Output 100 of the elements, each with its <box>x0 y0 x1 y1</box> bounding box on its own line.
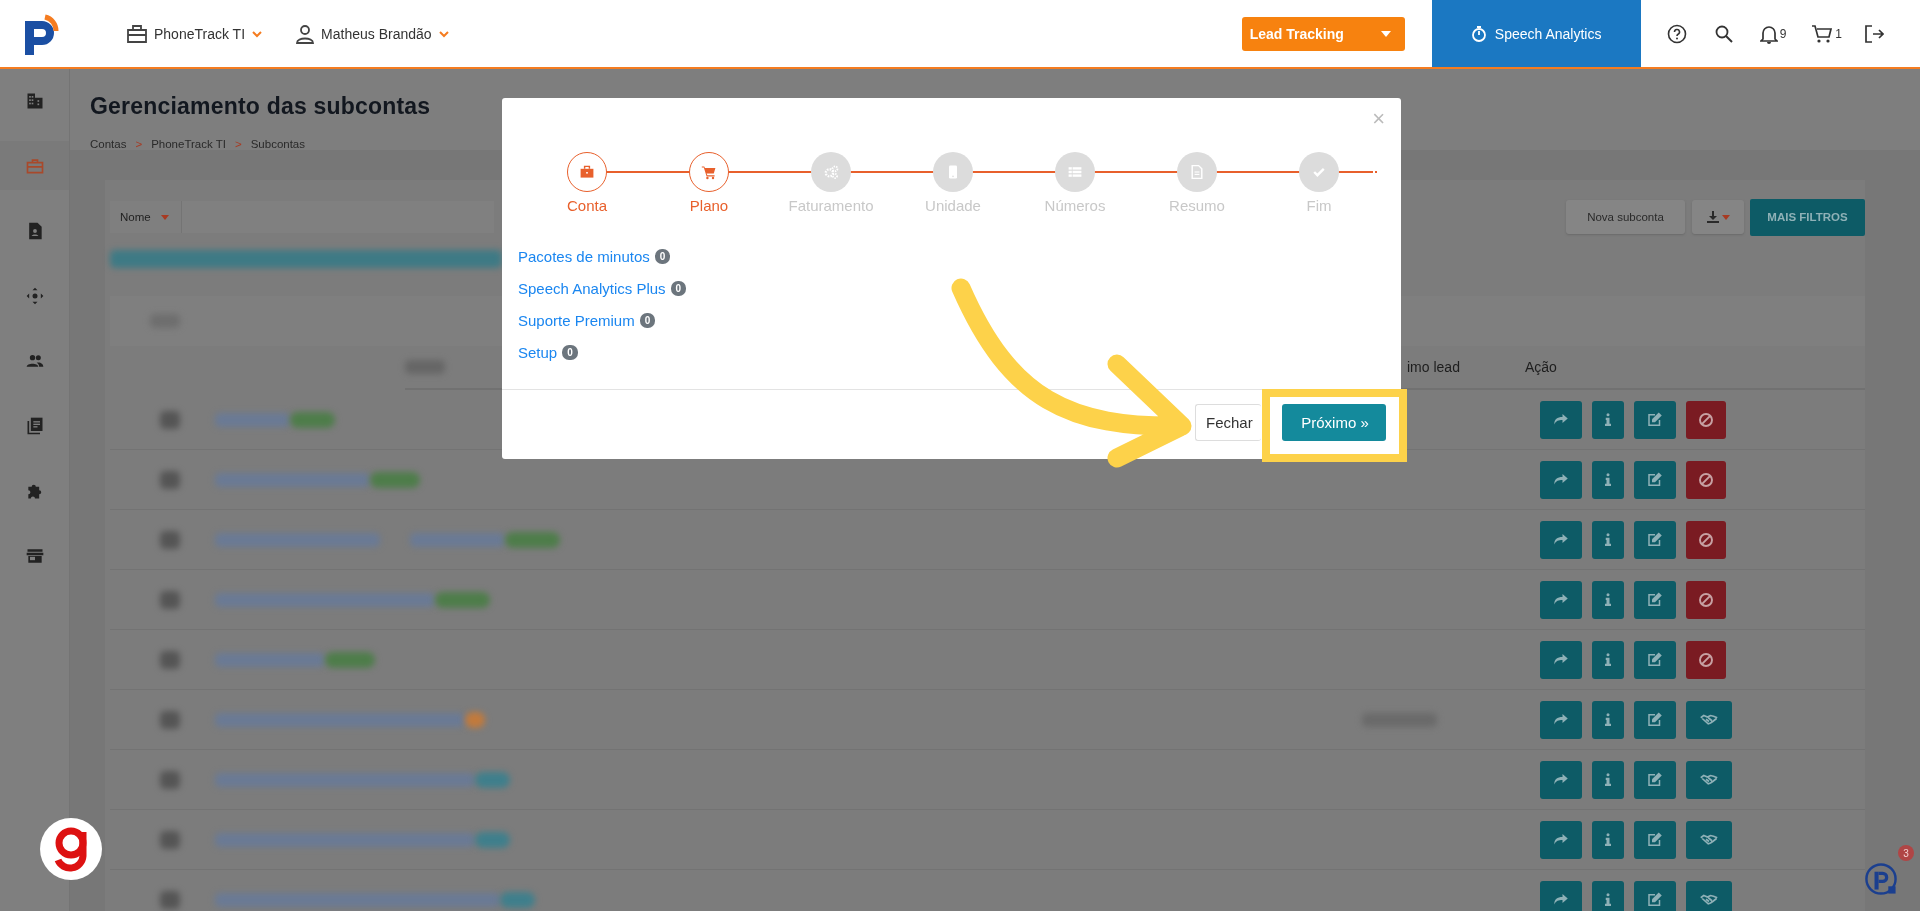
handshake-button[interactable] <box>1686 700 1732 739</box>
edit-button[interactable] <box>1634 760 1676 799</box>
forward-button[interactable] <box>1540 520 1582 559</box>
download-button[interactable] <box>1692 200 1744 234</box>
breadcrumb-separator: > <box>135 138 143 150</box>
new-subaccount-button[interactable]: Nova subconta <box>1566 200 1685 234</box>
block-button[interactable] <box>1686 580 1726 619</box>
block-icon <box>1697 410 1715 429</box>
forward-button[interactable] <box>1540 580 1582 619</box>
blurred-text <box>160 650 180 669</box>
block-button[interactable] <box>1686 520 1726 559</box>
forward-button[interactable] <box>1540 820 1582 859</box>
forward-button[interactable] <box>1540 700 1582 739</box>
info-button[interactable] <box>1592 580 1624 619</box>
info-button[interactable] <box>1592 820 1624 859</box>
briefcase-icon <box>579 164 595 180</box>
edit-button[interactable] <box>1634 400 1676 439</box>
person-icon <box>295 23 316 44</box>
blurred-text <box>160 710 180 729</box>
forward-button[interactable] <box>1540 460 1582 499</box>
block-button[interactable] <box>1686 460 1726 499</box>
help-button[interactable] <box>1666 23 1687 44</box>
edit-icon <box>1646 530 1664 549</box>
forward-button[interactable] <box>1540 880 1582 911</box>
edit-button[interactable] <box>1634 700 1676 739</box>
caret-icon <box>1380 30 1391 37</box>
handshake-button[interactable] <box>1686 820 1732 859</box>
briefcase-icon <box>126 23 148 44</box>
forward-button[interactable] <box>1540 400 1582 439</box>
breadcrumb-link[interactable]: Contas <box>90 138 127 150</box>
close-dialog-button[interactable]: Fechar <box>1195 404 1261 441</box>
blurred-text <box>160 410 180 429</box>
count-badge: 0 <box>654 249 671 264</box>
info-button[interactable] <box>1592 460 1624 499</box>
info-button[interactable] <box>1592 520 1624 559</box>
help-icon <box>1666 23 1687 44</box>
account-menu[interactable]: PhoneTrack TI <box>126 23 264 44</box>
breadcrumb-link[interactable]: Subcontas <box>250 138 306 150</box>
forward-button[interactable] <box>1540 760 1582 799</box>
speech-analytics-button[interactable]: Speech Analytics <box>1431 0 1641 67</box>
info-button[interactable] <box>1592 400 1624 439</box>
progress-line-end <box>1375 171 1377 173</box>
caret-icon <box>1721 214 1730 220</box>
document-icon <box>1189 164 1205 180</box>
plan-item-link[interactable]: Setup <box>518 344 558 361</box>
move-arrows-icon <box>24 285 45 306</box>
edit-icon <box>1646 410 1664 429</box>
list-icon <box>1067 164 1083 180</box>
info-button[interactable] <box>1592 760 1624 799</box>
close-button[interactable]: × <box>1372 106 1385 132</box>
info-button[interactable] <box>1592 640 1624 679</box>
handshake-button[interactable] <box>1686 760 1732 799</box>
block-button[interactable] <box>1686 640 1726 679</box>
plan-item-link[interactable]: Speech Analytics Plus <box>518 280 666 297</box>
count-badge: 0 <box>639 313 656 328</box>
notifications-button[interactable]: 9 <box>1759 23 1787 44</box>
blurred-text <box>160 770 180 789</box>
edit-icon <box>1646 830 1664 849</box>
blurred-text <box>160 590 180 609</box>
bell-icon <box>1759 23 1778 44</box>
edit-button[interactable] <box>1634 640 1676 679</box>
breadcrumb-link[interactable]: PhoneTrack TI <box>151 138 226 150</box>
more-filters-button[interactable]: MAIS FILTROS <box>1750 198 1865 236</box>
chat-logo-icon <box>1864 862 1898 896</box>
block-icon <box>1697 530 1715 549</box>
blurred-text <box>160 890 180 909</box>
stopwatch-icon <box>1470 25 1487 42</box>
edit-button[interactable] <box>1634 520 1676 559</box>
cart-button[interactable]: 1 <box>1811 23 1842 44</box>
download-icon <box>1706 211 1719 223</box>
step-label: Plano <box>689 197 729 214</box>
blurred-text <box>160 830 180 849</box>
info-button[interactable] <box>1592 880 1624 911</box>
edit-button[interactable] <box>1634 880 1676 911</box>
user-menu[interactable]: Matheus Brandão <box>295 23 450 44</box>
gears-icon <box>823 164 839 180</box>
edit-icon <box>1646 770 1664 789</box>
edit-icon <box>1646 590 1664 609</box>
plan-item-link[interactable]: Suporte Premium <box>518 312 635 329</box>
logout-icon <box>1864 23 1884 44</box>
search-button[interactable] <box>1714 24 1733 43</box>
edit-icon <box>1646 710 1664 729</box>
block-icon <box>1697 650 1715 669</box>
handshake-button[interactable] <box>1686 880 1732 911</box>
edit-button[interactable] <box>1634 580 1676 619</box>
cart-icon <box>1811 23 1834 44</box>
blurred-text <box>160 530 180 549</box>
chat-widget[interactable] <box>1864 862 1898 896</box>
cart-icon <box>701 164 717 180</box>
product-select[interactable]: Lead Tracking <box>1241 16 1405 51</box>
logout-button[interactable] <box>1864 23 1884 44</box>
next-button[interactable]: Próximo » <box>1282 404 1386 441</box>
forward-button[interactable] <box>1540 640 1582 679</box>
block-button[interactable] <box>1686 400 1726 439</box>
info-button[interactable] <box>1592 700 1624 739</box>
caret-icon <box>160 214 169 220</box>
count-badge: 0 <box>670 281 687 296</box>
edit-button[interactable] <box>1634 460 1676 499</box>
plan-item-link[interactable]: Pacotes de minutos <box>518 248 650 265</box>
edit-button[interactable] <box>1634 820 1676 859</box>
